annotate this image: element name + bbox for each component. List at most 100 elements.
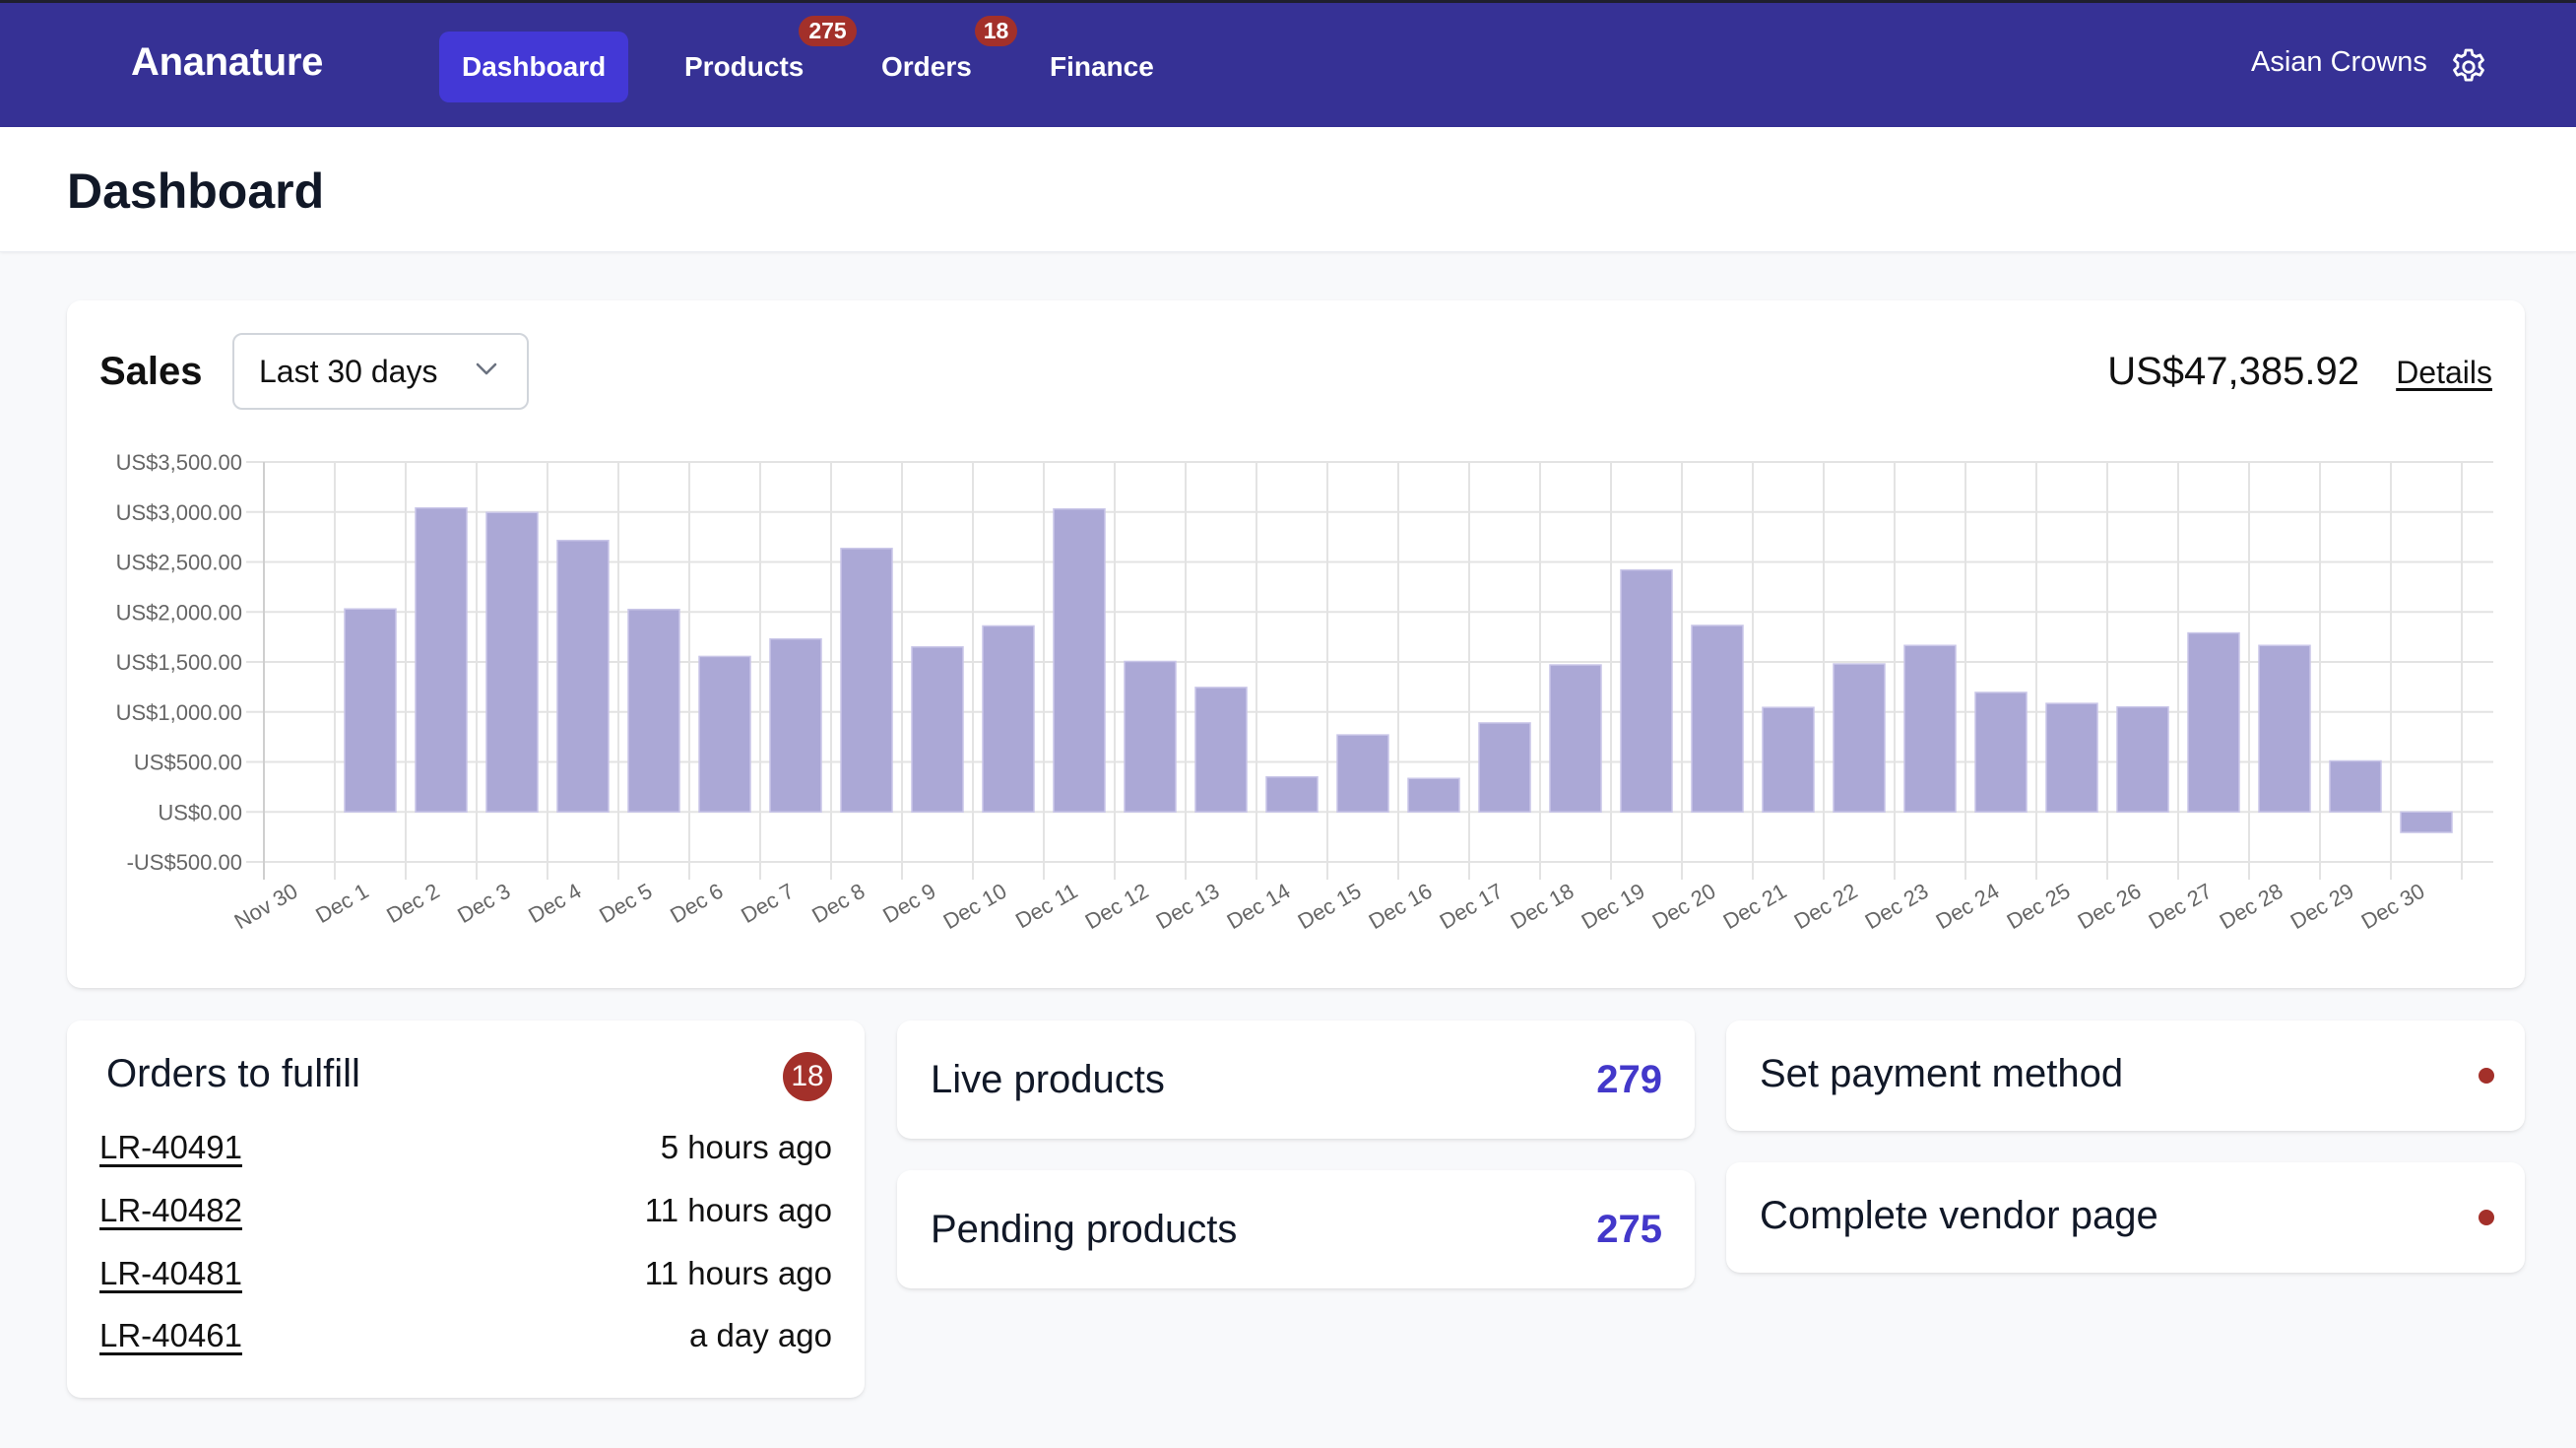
order-link[interactable]: LR-40461 [99, 1317, 242, 1354]
app-logo[interactable]: Ananature [131, 40, 323, 85]
bar-dec-8 [840, 548, 893, 814]
bar-dec-25 [2045, 702, 2098, 813]
x-tick-label: Dec 25 [2003, 879, 2075, 935]
x-tick-label: Dec 16 [1365, 879, 1437, 935]
bar-dec-16 [1407, 777, 1460, 813]
page-header: Dashboard [0, 127, 2576, 252]
orders-to-fulfill-card: Orders to fulfill 18 LR-40491 5 hours ag… [67, 1020, 865, 1398]
page-title: Dashboard [67, 164, 325, 219]
order-link[interactable]: LR-40481 [99, 1255, 242, 1292]
x-tick-label: Dec 2 [382, 879, 443, 928]
x-tick-label: Dec 20 [1648, 879, 1720, 935]
order-row: LR-40461 a day ago [99, 1314, 832, 1357]
order-time: a day ago [689, 1317, 832, 1353]
x-tick-label: Dec 1 [311, 879, 372, 928]
set-payment-method-card[interactable]: Set payment method [1726, 1020, 2525, 1131]
nav-products[interactable]: Products [684, 32, 804, 102]
x-tick-label: Dec 27 [2145, 879, 2217, 935]
x-tick-label: Dec 13 [1152, 879, 1224, 935]
x-tick-label: Dec 7 [737, 879, 798, 928]
x-tick-label: Dec 15 [1294, 879, 1366, 935]
sales-total: US$47,385.92 [2107, 350, 2359, 393]
pending-products-value: 275 [1596, 1208, 1662, 1251]
bar-dec-6 [698, 655, 751, 814]
sales-details-link[interactable]: Details [2396, 355, 2492, 391]
x-tick-label: Dec 11 [1011, 879, 1081, 934]
x-tick-label: Dec 30 [2357, 879, 2429, 935]
order-time: 5 hours ago [660, 1129, 832, 1165]
x-tick-label: Dec 10 [939, 879, 1011, 935]
x-tick-label: Dec 6 [666, 879, 727, 928]
nav-orders[interactable]: Orders [881, 32, 972, 102]
x-tick-label: Dec 5 [595, 879, 656, 928]
date-range-value: Last 30 days [259, 353, 438, 389]
bar-dec-13 [1194, 687, 1248, 814]
x-tick-label: Dec 21 [1719, 879, 1791, 935]
bar-dec-12 [1124, 660, 1177, 813]
nav-orders-label: Orders [881, 51, 972, 82]
y-tick-label: US$0.00 [158, 800, 242, 824]
y-tick-label: US$2,500.00 [116, 551, 242, 575]
x-tick-label: Dec 3 [453, 879, 514, 928]
x-tick-label: Nov 30 [230, 879, 302, 935]
bar-dec-27 [2187, 631, 2240, 813]
x-tick-label: Dec 29 [2286, 879, 2358, 935]
bar-dec-23 [1903, 644, 1957, 813]
complete-vendor-page-card[interactable]: Complete vendor page [1726, 1162, 2525, 1273]
bar-dec-24 [1974, 691, 2028, 813]
order-link[interactable]: LR-40482 [99, 1192, 242, 1229]
live-products-card[interactable]: Live products 279 [897, 1020, 1695, 1139]
nav-products-label: Products [684, 51, 805, 82]
products-count-badge: 275 [799, 16, 857, 46]
pending-products-card[interactable]: Pending products 275 [897, 1170, 1695, 1288]
bar-dec-5 [627, 608, 680, 813]
bar-dec-21 [1762, 706, 1815, 813]
x-tick-label: Dec 18 [1507, 879, 1578, 935]
y-tick-label: US$500.00 [134, 751, 242, 775]
y-tick-label: US$1,000.00 [116, 700, 242, 725]
bar-dec-29 [2329, 759, 2382, 813]
bar-dec-1 [344, 608, 397, 813]
bar-dec-19 [1620, 568, 1673, 813]
live-products-value: 279 [1596, 1058, 1662, 1101]
live-products-label: Live products [931, 1058, 1165, 1101]
order-time: 11 hours ago [644, 1255, 832, 1291]
x-tick-label: Dec 23 [1861, 879, 1933, 935]
bar-dec-17 [1478, 722, 1531, 814]
bar-dec-9 [911, 646, 964, 813]
bar-dec-11 [1053, 507, 1106, 814]
nav-dashboard[interactable]: Dashboard [439, 32, 629, 102]
nav-finance[interactable]: Finance [1050, 32, 1154, 102]
bar-dec-20 [1691, 625, 1744, 814]
incomplete-status-dot [2479, 1210, 2494, 1225]
x-tick-label: Dec 12 [1081, 879, 1153, 935]
bar-dec-18 [1549, 664, 1602, 814]
x-tick-label: Dec 8 [807, 879, 869, 928]
y-tick-label: -US$500.00 [127, 850, 242, 875]
account-name[interactable]: Asian Crowns [2251, 46, 2427, 79]
x-tick-label: Dec 19 [1578, 879, 1649, 935]
bar-dec-22 [1833, 663, 1886, 813]
order-row: LR-40491 5 hours ago [99, 1126, 832, 1169]
bar-dec-7 [769, 637, 822, 813]
x-tick-label: Dec 24 [1932, 879, 2004, 935]
complete-vendor-page-label: Complete vendor page [1760, 1194, 2158, 1237]
bar-dec-15 [1336, 734, 1389, 813]
orders-card-title: Orders to fulfill [106, 1052, 360, 1095]
x-tick-label: Dec 17 [1436, 879, 1508, 935]
bar-dec-10 [982, 625, 1035, 813]
pending-products-label: Pending products [931, 1208, 1238, 1251]
gear-icon[interactable] [2448, 46, 2489, 88]
date-range-select[interactable]: Last 30 days [232, 333, 529, 410]
x-tick-label: Dec 28 [2216, 879, 2287, 935]
order-row: LR-40482 11 hours ago [99, 1189, 832, 1232]
chevron-down-icon [476, 362, 497, 375]
bar-dec-4 [556, 539, 610, 814]
orders-count-badge: 18 [783, 1052, 832, 1101]
sales-card: -US$500.00 US$0.00 US$500.00 US$1,000.00 US$… [67, 300, 2525, 988]
nav-dashboard-label: Dashboard [462, 51, 607, 82]
top-nav-bar: Ananature Dashboard Products 275 Orders … [0, 0, 2576, 127]
order-link[interactable]: LR-40491 [99, 1129, 242, 1166]
y-tick-label: US$3,000.00 [116, 500, 242, 525]
orders-count-badge: 18 [975, 16, 1017, 46]
